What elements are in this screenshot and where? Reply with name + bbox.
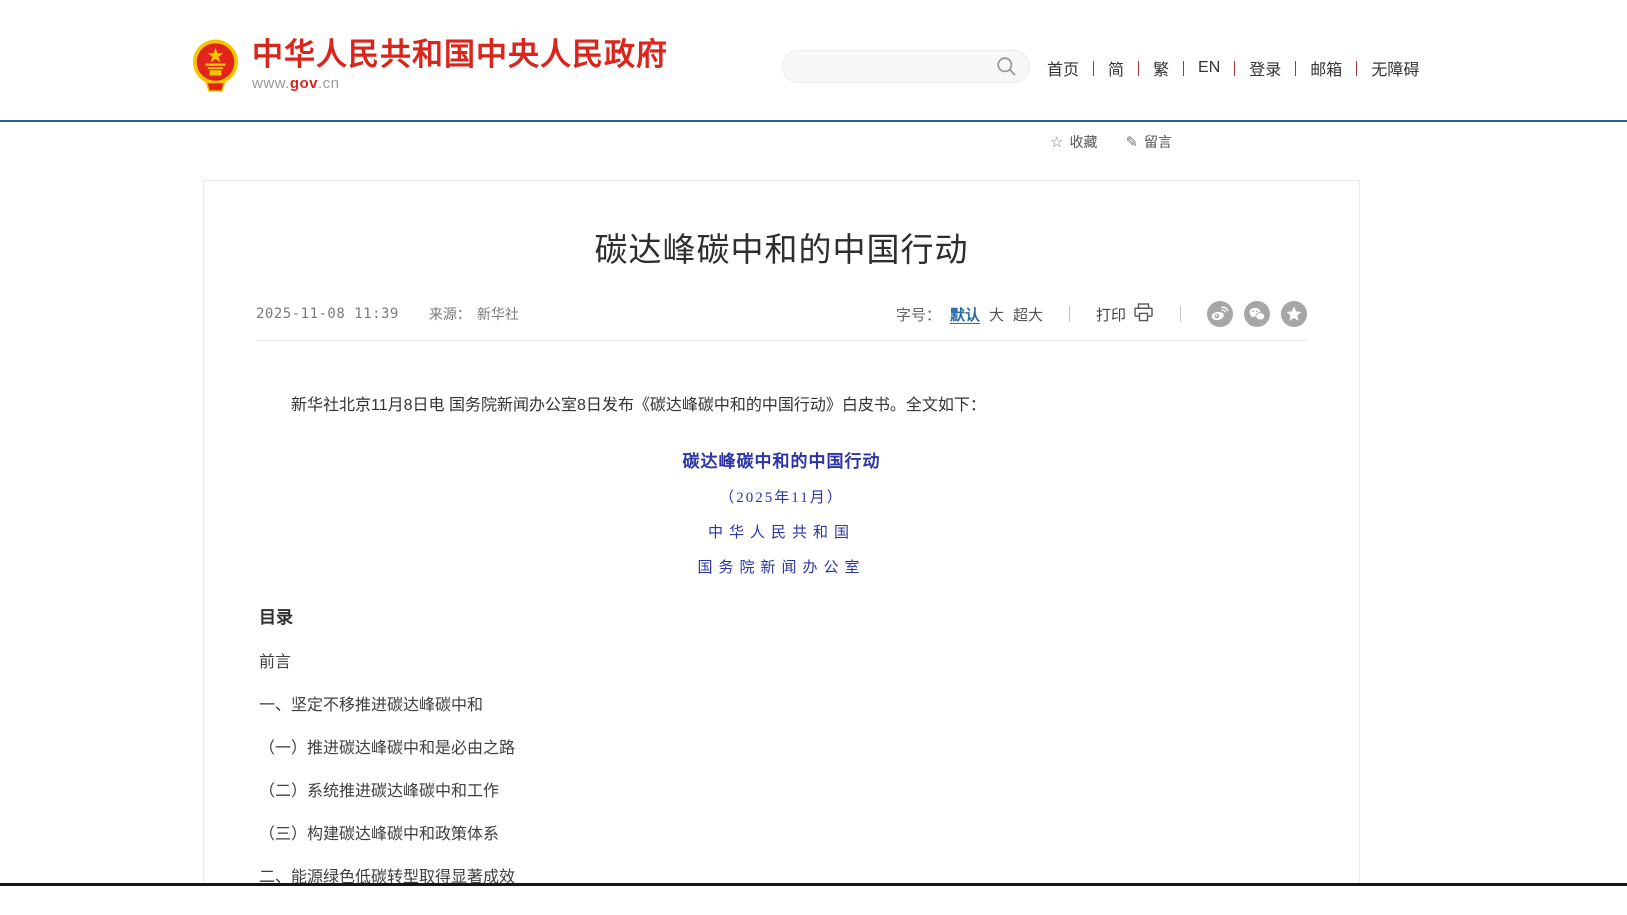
printer-icon <box>1133 303 1154 326</box>
nav-separator <box>1138 61 1139 76</box>
toc-heading: 目录 <box>259 603 1304 628</box>
article-meta-row: 2025-11-08 11:39 来源： 新华社 字号： 默认 大 超大 打印 <box>256 301 1307 341</box>
document-issuer-line-1: 中华人民共和国 <box>259 521 1304 542</box>
bottom-mask <box>0 886 1627 915</box>
weibo-share-icon[interactable] <box>1207 301 1233 327</box>
source-value: 新华社 <box>477 304 519 324</box>
toc-item-1-3: （三）构建碳达峰碳中和政策体系 <box>259 827 1304 843</box>
header-nav: 首页 简 繁 EN 登录 邮箱 无障碍 <box>1045 56 1421 80</box>
page-toolbar: ☆ 收藏 ✎ 留言 <box>1050 132 1172 152</box>
meta-separator <box>1069 306 1070 322</box>
viewport-bottom-edge <box>0 883 1627 886</box>
site-url: www.gov.cn <box>252 75 668 92</box>
comment-button[interactable]: ✎ 留言 <box>1125 132 1172 152</box>
national-emblem-icon <box>192 38 239 94</box>
print-button[interactable]: 打印 <box>1096 303 1154 326</box>
site-url-prefix: www. <box>252 75 290 92</box>
comment-label: 留言 <box>1144 132 1172 152</box>
document-issuer-line-2: 国务院新闻办公室 <box>259 556 1304 577</box>
star-outline-icon: ☆ <box>1050 133 1063 151</box>
logo-text: 中华人民共和国中央人民政府 www.gov.cn <box>252 38 668 92</box>
font-size-label: 字号： <box>896 304 941 325</box>
toc-item-preface: 前言 <box>259 655 1304 671</box>
header-divider <box>0 120 1627 122</box>
toc-item-2: 二、能源绿色低碳转型取得显著成效 <box>259 870 1304 883</box>
article-body: 新华社北京11月8日电 国务院新闻办公室8日发布《碳达峰碳中和的中国行动》白皮书… <box>204 393 1359 883</box>
nav-item-english[interactable]: EN <box>1196 59 1222 77</box>
toc-item-1-1: （一）推进碳达峰碳中和是必由之路 <box>259 741 1304 757</box>
meta-separator <box>1180 306 1181 322</box>
font-size-default-button[interactable]: 默认 <box>950 304 980 325</box>
source-label: 来源： <box>429 304 471 324</box>
font-size-large-button[interactable]: 大 <box>989 304 1004 325</box>
nav-separator <box>1356 61 1357 76</box>
search-box <box>782 50 1030 83</box>
nav-item-home[interactable]: 首页 <box>1045 56 1081 80</box>
font-size-xlarge-button[interactable]: 超大 <box>1013 304 1043 325</box>
toc-item-1-2: （二）系统推进碳达峰碳中和工作 <box>259 784 1304 800</box>
article-container: 碳达峰碳中和的中国行动 2025-11-08 11:39 来源： 新华社 字号：… <box>203 180 1360 883</box>
star-share-icon[interactable] <box>1281 301 1307 327</box>
nav-item-accessibility[interactable]: 无障碍 <box>1369 56 1421 80</box>
page: 中华人民共和国中央人民政府 www.gov.cn 首页 简 繁 EN 登录 <box>0 0 1627 915</box>
nav-item-simplified[interactable]: 简 <box>1106 56 1126 80</box>
article-meta-right: 字号： 默认 大 超大 打印 <box>896 301 1307 327</box>
nav-separator <box>1295 61 1296 76</box>
site-title: 中华人民共和国中央人民政府 <box>252 38 668 72</box>
toc-item-1: 一、坚定不移推进碳达峰碳中和 <box>259 698 1304 714</box>
nav-item-mail[interactable]: 邮箱 <box>1308 56 1344 80</box>
search-input[interactable] <box>799 59 996 75</box>
favorite-label: 收藏 <box>1069 132 1097 152</box>
wechat-share-icon[interactable] <box>1244 301 1270 327</box>
article-meta-left: 2025-11-08 11:39 来源： 新华社 <box>256 304 519 324</box>
print-label: 打印 <box>1096 304 1126 325</box>
site-header: 中华人民共和国中央人民政府 www.gov.cn 首页 简 繁 EN 登录 <box>0 0 1627 120</box>
search-icon[interactable] <box>996 56 1017 77</box>
share-icons <box>1207 301 1307 327</box>
site-url-suffix: .cn <box>318 75 340 92</box>
site-logo[interactable]: 中华人民共和国中央人民政府 www.gov.cn <box>192 38 668 94</box>
article-date: 2025-11-08 11:39 <box>256 306 399 322</box>
nav-separator <box>1093 61 1094 76</box>
site-url-gov: gov <box>290 75 318 92</box>
document-title: 碳达峰碳中和的中国行动 <box>259 447 1304 472</box>
pencil-icon: ✎ <box>1125 133 1138 151</box>
nav-separator <box>1234 61 1235 76</box>
nav-separator <box>1183 61 1184 76</box>
article-title: 碳达峰碳中和的中国行动 <box>204 223 1359 271</box>
favorite-button[interactable]: ☆ 收藏 <box>1050 132 1097 152</box>
lead-paragraph: 新华社北京11月8日电 国务院新闻办公室8日发布《碳达峰碳中和的中国行动》白皮书… <box>259 393 1304 419</box>
nav-item-traditional[interactable]: 繁 <box>1151 56 1171 80</box>
nav-item-login[interactable]: 登录 <box>1247 56 1283 80</box>
document-date-line: （2025年11月） <box>259 486 1304 507</box>
